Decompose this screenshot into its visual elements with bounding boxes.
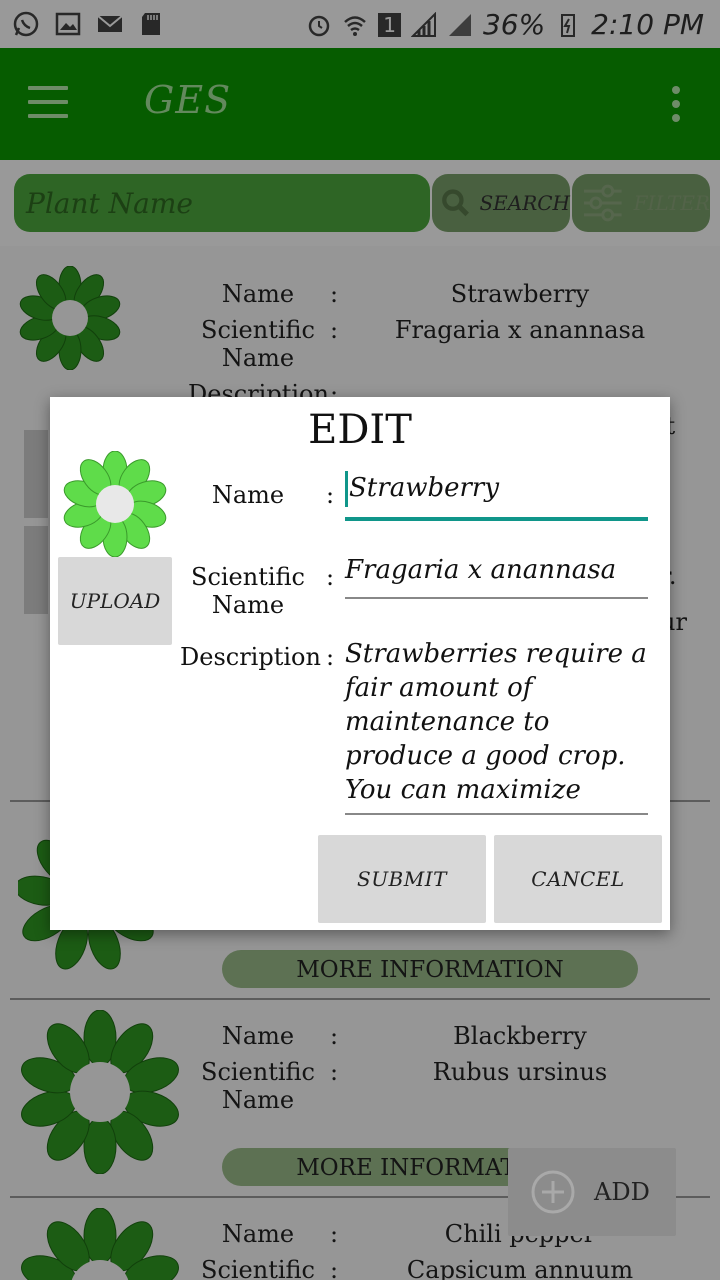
upload-button[interactable]: UPLOAD bbox=[58, 557, 172, 645]
add-button[interactable]: ADD bbox=[508, 1148, 676, 1236]
description-line: maintenance to bbox=[345, 707, 550, 737]
scientific-name-label: Scientific Name bbox=[191, 563, 305, 619]
name-input[interactable]: Strawberry bbox=[345, 471, 648, 521]
scientific-name-input[interactable]: Fragaria x anannasa bbox=[345, 555, 648, 599]
name-input-value: Strawberry bbox=[349, 473, 500, 503]
colon: : bbox=[326, 563, 335, 591]
dialog-title: EDIT bbox=[308, 407, 412, 453]
plant-image-flower-icon bbox=[63, 451, 167, 557]
colon: : bbox=[326, 481, 335, 509]
edit-dialog: EDIT UPLOAD Name : Strawberry Scientific… bbox=[50, 397, 670, 930]
description-label: Description bbox=[180, 643, 321, 671]
description-line: You can maximize bbox=[345, 775, 581, 805]
cancel-button[interactable]: CANCEL bbox=[494, 835, 662, 923]
submit-button[interactable]: SUBMIT bbox=[318, 835, 486, 923]
colon: : bbox=[326, 643, 335, 671]
add-circle-icon bbox=[531, 1170, 575, 1214]
description-line: Strawberries require a bbox=[345, 639, 647, 669]
add-button-label: ADD bbox=[594, 1178, 650, 1206]
description-line: produce a good crop. bbox=[345, 741, 626, 771]
name-label: Name bbox=[211, 481, 285, 509]
text-caret bbox=[345, 471, 348, 507]
description-line: fair amount of bbox=[345, 673, 533, 703]
description-input[interactable]: Strawberries require a fair amount of ma… bbox=[345, 637, 648, 815]
